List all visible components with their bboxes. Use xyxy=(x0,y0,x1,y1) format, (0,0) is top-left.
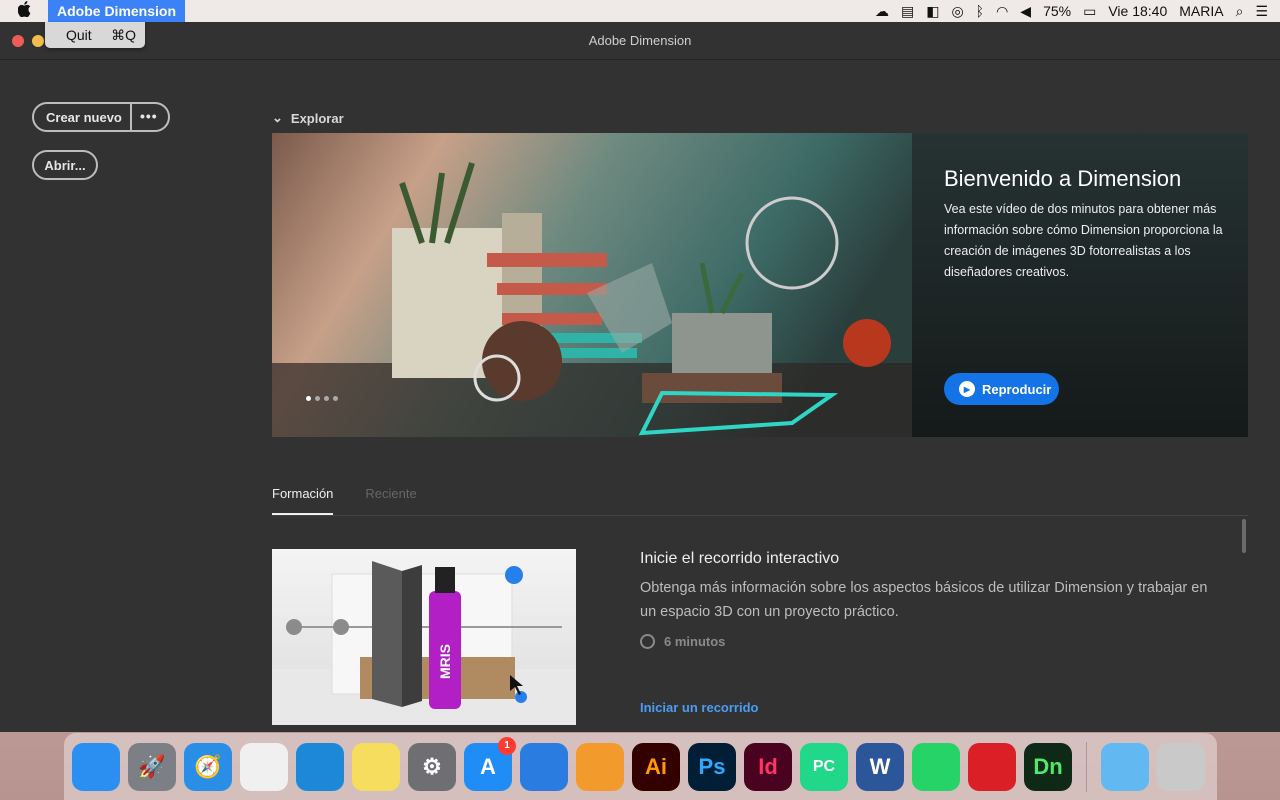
active-app-menu[interactable]: Adobe Dimension xyxy=(48,0,186,22)
spotlight-search-icon[interactable]: ⌕ xyxy=(1236,3,1244,20)
carousel-dot[interactable] xyxy=(315,396,320,401)
creative-cloud-status-icon[interactable]: ☁ xyxy=(875,3,889,20)
app-store-badge: 1 xyxy=(498,736,516,755)
product-label: MRIS xyxy=(437,644,453,679)
tab-formacion[interactable]: Formación xyxy=(272,486,334,515)
play-icon: ▶ xyxy=(959,381,975,397)
start-tour-link[interactable]: Iniciar un recorrido xyxy=(640,700,758,715)
dock: 🚀 🧭 ⚙ A 1 Ai Ps Id PC W Dn xyxy=(64,733,1217,800)
carousel-dot[interactable] xyxy=(306,396,311,401)
play-video-button[interactable]: ▶ Reproducir xyxy=(944,373,1059,405)
hero-info-panel: Bienvenido a Dimension Vea este vídeo de… xyxy=(912,133,1248,437)
quit-menu-item[interactable]: Quit ⌘Q xyxy=(45,22,145,48)
button-divider xyxy=(130,104,132,130)
pages-icon[interactable] xyxy=(576,742,624,791)
tabs-divider xyxy=(272,515,1248,516)
battery-icon[interactable]: ▭ xyxy=(1083,3,1096,20)
hero-title: Bienvenido a Dimension xyxy=(944,166,1182,191)
course-thumbnail[interactable]: MRIS xyxy=(272,549,576,725)
clock-icon xyxy=(640,634,655,649)
creative-cloud-icon[interactable] xyxy=(968,742,1016,791)
window-title: Adobe Dimension xyxy=(588,33,692,48)
chevron-down-icon: ⌄ xyxy=(272,110,283,125)
indesign-icon[interactable]: Id xyxy=(744,742,792,791)
tab-reciente[interactable]: Reciente xyxy=(365,486,416,515)
more-options-button[interactable]: ••• xyxy=(140,108,158,124)
apple-icon[interactable] xyxy=(17,1,40,21)
status-area: ☁ ▤ ◧ ◎ ᛒ ◠ ◀ 75% ▭ Vie 18:40 MARIA ⌕ ☰ xyxy=(875,0,1280,22)
stack-icon[interactable]: ▤ xyxy=(901,3,914,20)
chrome-icon[interactable] xyxy=(240,742,288,791)
finder-icon[interactable] xyxy=(72,742,120,791)
create-new-label: Crear nuevo xyxy=(46,109,122,125)
user-name[interactable]: MARIA xyxy=(1179,3,1223,19)
downloads-folder-icon[interactable] xyxy=(1101,742,1149,791)
wifi-icon[interactable]: ◠ xyxy=(996,3,1008,20)
keynote-icon[interactable] xyxy=(520,742,568,791)
content-tabs: Formación Reciente xyxy=(272,486,417,515)
duration-label: 6 minutos xyxy=(664,634,726,649)
hero-carousel: Bienvenido a Dimension Vea este vídeo de… xyxy=(272,133,1248,437)
edge-icon[interactable] xyxy=(296,742,344,791)
app-window: Adobe Dimension Crear nuevo ••• Abrir...… xyxy=(0,22,1280,732)
battery-percent[interactable]: 75% xyxy=(1043,3,1071,19)
app-store-icon[interactable]: A1 xyxy=(464,736,516,791)
scrollbar-thumb[interactable] xyxy=(1242,519,1246,553)
dimension-icon[interactable]: Dn xyxy=(1024,742,1072,791)
close-window-button[interactable] xyxy=(12,35,24,47)
carousel-dot[interactable] xyxy=(333,396,338,401)
play-label: Reproducir xyxy=(982,381,1052,397)
quit-label: Quit xyxy=(66,27,92,43)
open-button[interactable]: Abrir... xyxy=(32,150,98,180)
carousel-dot[interactable] xyxy=(324,396,329,401)
explore-section-toggle[interactable]: ⌄ Explorar xyxy=(272,110,344,126)
volume-icon[interactable]: ◀ xyxy=(1020,3,1031,20)
course-title[interactable]: Inicie el recorrido interactivo xyxy=(640,550,839,568)
dock-separator xyxy=(1086,741,1087,792)
notes-icon[interactable] xyxy=(352,742,400,791)
quit-shortcut: ⌘Q xyxy=(111,26,136,43)
bluetooth-icon[interactable]: ᛒ xyxy=(976,3,984,19)
whatsapp-icon[interactable] xyxy=(912,742,960,791)
explore-label: Explorar xyxy=(290,110,344,126)
hero-description: Vea este vídeo de dos minutos para obten… xyxy=(944,202,1223,279)
photoshop-icon[interactable]: Ps xyxy=(688,742,736,791)
word-icon[interactable]: W xyxy=(856,742,904,791)
pycharm-icon[interactable]: PC xyxy=(800,742,848,791)
minimize-window-button[interactable] xyxy=(32,35,44,47)
course-duration: 6 minutos xyxy=(640,634,725,649)
menu-bar: Adobe Dimension ☁ ▤ ◧ ◎ ᛒ ◠ ◀ 75% ▭ Vie … xyxy=(0,0,1280,22)
trash-icon[interactable] xyxy=(1157,742,1205,791)
title-bar: Adobe Dimension xyxy=(0,22,1280,60)
illustrator-icon[interactable]: Ai xyxy=(632,742,680,791)
carousel-dots xyxy=(306,396,338,401)
system-preferences-icon[interactable]: ⚙ xyxy=(408,742,456,791)
window-layout-icon[interactable]: ◧ xyxy=(926,3,939,20)
launchpad-icon[interactable]: 🚀 xyxy=(128,742,176,791)
safari-icon[interactable]: 🧭 xyxy=(184,742,232,791)
create-new-button[interactable]: Crear nuevo ••• xyxy=(32,102,170,132)
clock[interactable]: Vie 18:40 xyxy=(1108,3,1167,19)
accessibility-icon[interactable]: ◎ xyxy=(951,3,963,20)
notification-center-icon[interactable]: ☰ xyxy=(1255,3,1268,20)
hero-image xyxy=(272,133,912,437)
course-description: Obtenga más información sobre los aspect… xyxy=(640,580,1208,620)
